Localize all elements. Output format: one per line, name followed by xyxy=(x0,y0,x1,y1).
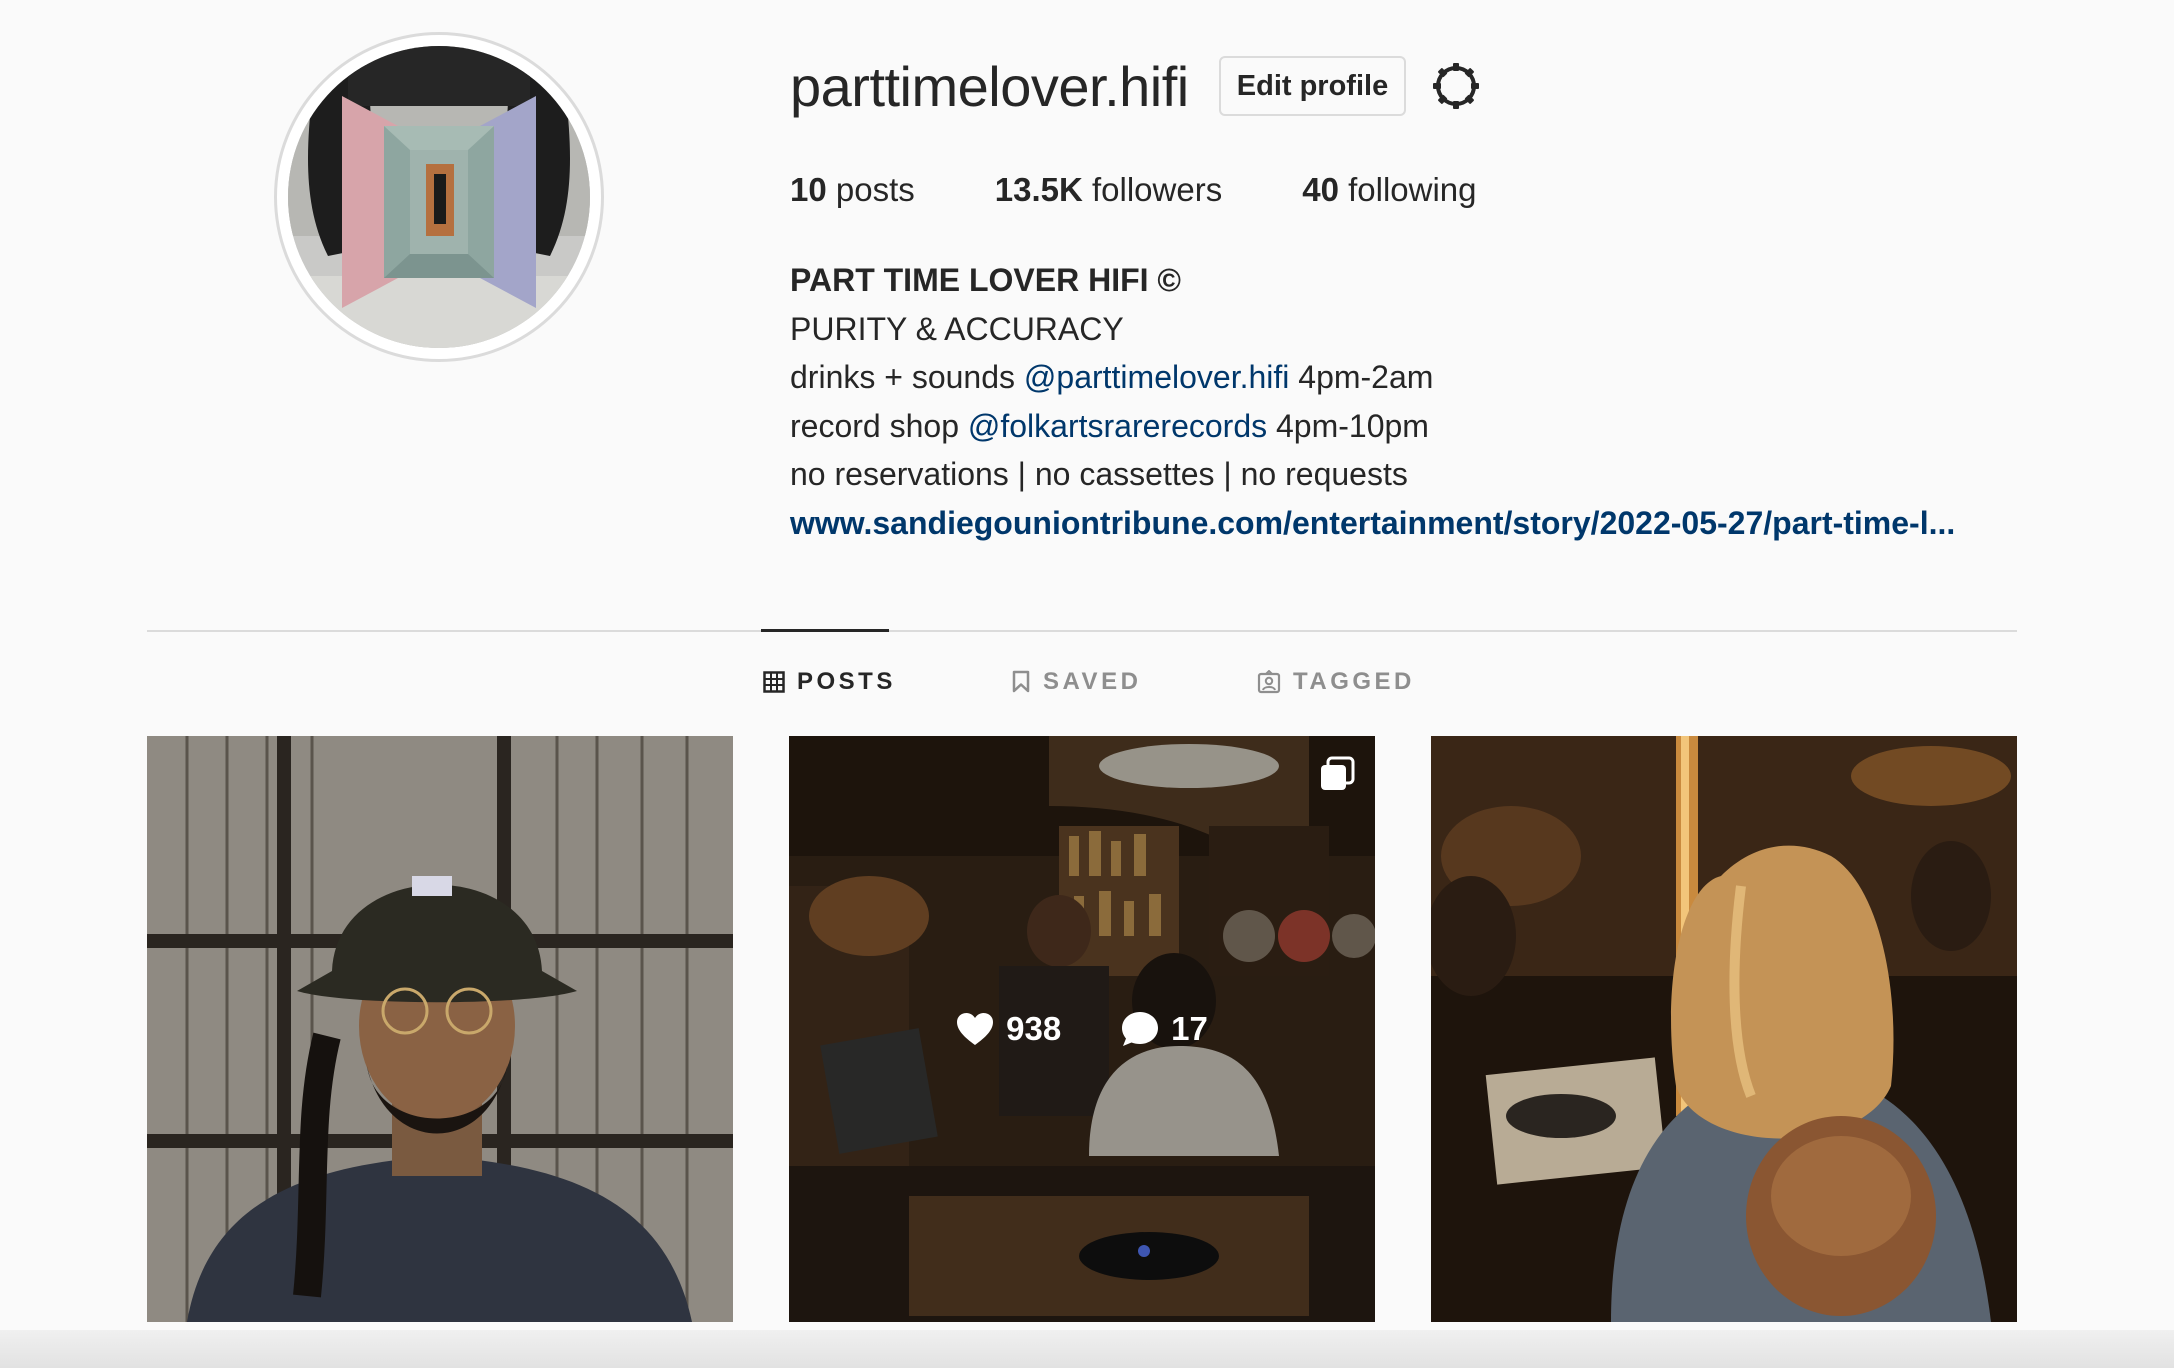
edit-profile-button[interactable]: Edit profile xyxy=(1219,56,1406,116)
tab-posts[interactable]: POSTS xyxy=(763,668,896,696)
post-thumbnail-2[interactable]: 938 17 xyxy=(789,736,1375,1322)
bio-line-2-suffix: 4pm-2am xyxy=(1289,359,1434,395)
post-thumbnail-1[interactable] xyxy=(147,736,733,1322)
post-1-image xyxy=(147,736,733,1322)
tab-posts-label: POSTS xyxy=(797,668,896,695)
tab-saved-label: SAVED xyxy=(1043,668,1142,695)
carousel-icon xyxy=(1321,756,1355,790)
tagged-icon xyxy=(1257,670,1281,694)
profile-bio: PART TIME LOVER HIFI © PURITY & ACCURACY… xyxy=(790,256,1955,547)
bio-line-1: PURITY & ACCURACY xyxy=(790,310,1124,347)
heart-icon xyxy=(957,1013,994,1045)
tabs-divider xyxy=(147,630,2017,632)
profile-stats: 10 posts 13.5K followers 40 following xyxy=(790,168,1557,212)
bio-line-2: drinks + sounds @parttimelover.hifi 4pm-… xyxy=(790,353,1955,402)
bio-line-4: no reservations | no cassettes | no requ… xyxy=(790,456,1408,492)
post-3-image xyxy=(1431,736,2017,1322)
tab-saved[interactable]: SAVED xyxy=(1011,668,1141,696)
post-2-comments: 17 xyxy=(1121,1010,1208,1048)
bio-line-3-prefix: record shop xyxy=(790,407,968,444)
tab-tagged[interactable]: TAGGED xyxy=(1257,668,1415,696)
posts-count: 10 posts xyxy=(790,168,915,212)
mention-link-folkarts[interactable]: @folkartsrarerecords xyxy=(968,408,1267,444)
bio-name: PART TIME LOVER HIFI © xyxy=(790,262,1181,298)
following-link[interactable]: 40 following xyxy=(1302,168,1476,212)
profile-avatar-ring[interactable] xyxy=(274,32,604,362)
page-bottom-edge xyxy=(0,1330,2174,1368)
post-2-hover-overlay: 938 17 xyxy=(789,736,1375,1322)
following-count-value: 40 xyxy=(1302,171,1339,208)
tab-tagged-label: TAGGED xyxy=(1293,668,1415,695)
mention-link-parttimelover[interactable]: @parttimelover.hifi xyxy=(1024,359,1289,395)
following-count-label: following xyxy=(1338,171,1477,208)
posts-count-value: 10 xyxy=(790,171,827,208)
followers-count-label: followers xyxy=(1082,171,1223,208)
post-2-likes-count: 938 xyxy=(1006,1010,1062,1047)
bookmark-icon xyxy=(1012,670,1030,693)
post-2-likes: 938 xyxy=(956,1010,1061,1048)
grid-icon xyxy=(763,671,785,693)
posts-count-label: posts xyxy=(826,171,915,208)
active-tab-indicator xyxy=(761,629,889,632)
profile-username: parttimelover.hifi xyxy=(790,55,1189,118)
followers-count-value: 13.5K xyxy=(994,171,1083,208)
bio-line-3-suffix: 4pm-10pm xyxy=(1267,407,1429,444)
settings-gear-icon[interactable] xyxy=(1430,60,1482,112)
post-2-comments-count: 17 xyxy=(1171,1010,1208,1047)
avatar-art xyxy=(288,46,590,348)
bio-line-3: record shop @folkartsrarerecords 4pm-10p… xyxy=(790,402,1955,451)
bio-website-link[interactable]: www.sandiegouniontribune.com/entertainme… xyxy=(790,499,1955,548)
followers-link[interactable]: 13.5K followers xyxy=(995,168,1222,212)
comment-bubble-icon xyxy=(1122,1012,1159,1046)
bio-line-2-prefix: drinks + sounds xyxy=(790,359,1024,395)
post-thumbnail-3[interactable] xyxy=(1431,736,2017,1322)
profile-avatar[interactable] xyxy=(288,46,590,348)
